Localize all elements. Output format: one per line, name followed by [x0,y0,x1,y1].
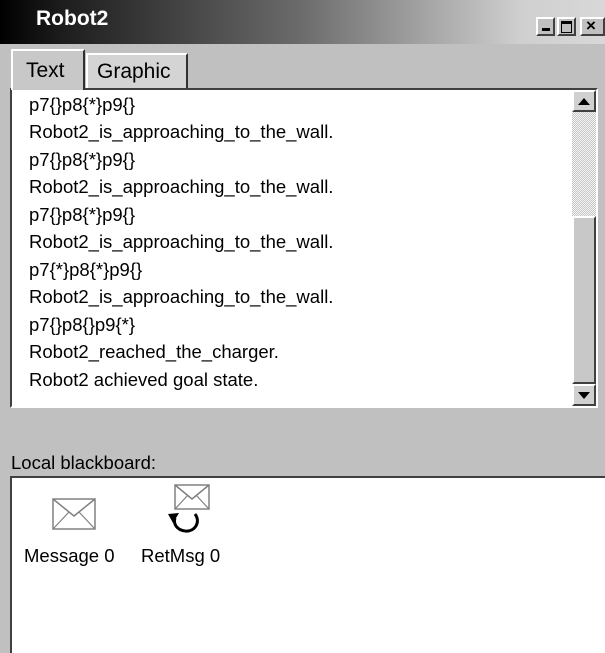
scroll-down-button[interactable] [572,384,596,406]
log-line: p7{}p8{*}p9{} [29,204,136,225]
tab-graphic-label: Graphic [97,60,171,83]
log-text-area[interactable]: p7{}p8{*}p9{} Robot2_is_approaching_to_t… [10,88,598,408]
tab-text-label: Text [26,59,65,82]
log-line: Robot2 achieved goal state. [29,369,259,390]
tab-text[interactable]: Text [11,49,85,90]
title-bar[interactable]: Robot2 × [0,0,605,44]
log-line: Robot2_is_approaching_to_the_wall. [29,121,334,142]
envelope-return-icon [168,484,210,533]
close-icon: × [586,16,596,35]
log-line: p7{}p8{*}p9{} [29,149,136,170]
tab-graphic[interactable]: Graphic [86,53,188,90]
log-line: Robot2_reached_the_charger. [29,341,279,362]
log-line: p7{*}p8{*}p9{} [29,259,143,280]
blackboard-item-label: Message 0 [24,545,115,566]
window-title: Robot2 [36,7,109,30]
minimize-button[interactable] [536,17,555,36]
envelope-icon [52,498,96,530]
close-button[interactable]: × [580,16,605,36]
robot2-window: Robot2 × Text Graphic p7{}p8{*}p9{} Robo… [0,0,605,653]
log-line: Robot2_is_approaching_to_the_wall. [29,176,334,197]
log-line: Robot2_is_approaching_to_the_wall. [29,231,334,252]
log-line: p7{}p8{*}p9{} [29,94,136,115]
maximize-button[interactable] [557,17,576,36]
blackboard-item-retmsg[interactable]: RetMsg 0 [137,478,247,578]
scroll-up-button[interactable] [572,90,596,112]
blackboard-item-label: RetMsg 0 [141,545,221,566]
vertical-scrollbar[interactable] [572,90,596,406]
log-line: p7{}p8{}p9{*} [29,314,136,335]
blackboard-label: Local blackboard: [11,452,157,473]
scrollbar-thumb[interactable] [572,216,596,384]
blackboard-item-message[interactable]: Message 0 [12,478,137,578]
blackboard-panel: Message 0 RetMsg 0 [10,476,605,653]
log-line: Robot2_is_approaching_to_the_wall. [29,286,334,307]
